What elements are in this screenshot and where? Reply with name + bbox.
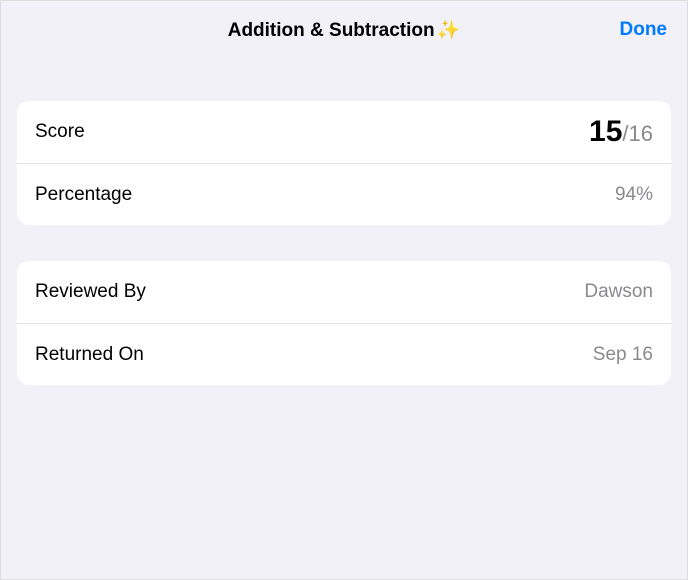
header: Addition & Subtraction✨ Done [1,1,687,59]
percentage-label: Percentage [35,184,132,206]
score-label: Score [35,121,85,143]
percentage-value: 94% [615,184,653,206]
detail-card: Reviewed By Dawson Returned On Sep 16 [17,261,671,385]
sparkles-icon: ✨ [437,20,461,41]
returned-on-value: Sep 16 [593,344,653,366]
score-total: 16 [629,121,653,147]
score-earned: 15 [589,115,622,149]
percentage-row: Percentage 94% [17,163,671,225]
page-title: Addition & Subtraction✨ [228,18,461,42]
returned-on-label: Returned On [35,344,144,366]
score-value: 15/16 [589,115,653,149]
score-row: Score 15/16 [17,101,671,163]
reviewed-by-label: Reviewed By [35,281,146,303]
title-text: Addition & Subtraction [228,20,435,41]
done-button[interactable]: Done [620,19,668,41]
reviewed-by-row: Reviewed By Dawson [17,261,671,323]
score-card: Score 15/16 Percentage 94% [17,101,671,225]
reviewed-by-value: Dawson [584,281,653,303]
returned-on-row: Returned On Sep 16 [17,323,671,385]
content-area: Score 15/16 Percentage 94% Reviewed By D… [1,59,687,385]
